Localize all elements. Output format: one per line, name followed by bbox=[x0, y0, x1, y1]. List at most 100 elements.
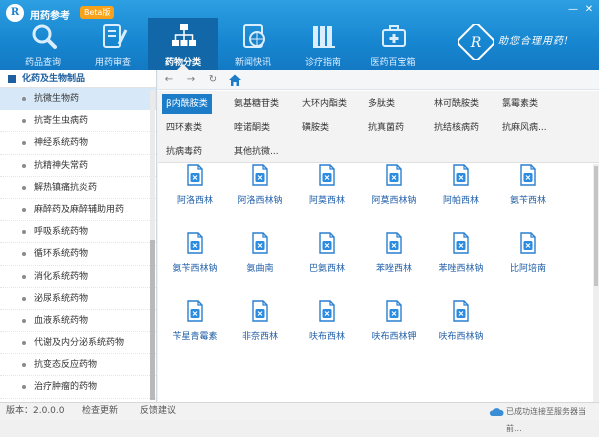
drug-name: 非奈西林 bbox=[241, 332, 278, 342]
drug-item[interactable]: 阿帕西林 bbox=[428, 164, 494, 224]
app-header: R 用药参考 Beta版 — ✕ 药品查询 用药审查 药物分类 新闻快讯 诊疗指… bbox=[0, 0, 599, 70]
drug-name: 氨苄西林钠 bbox=[172, 264, 218, 274]
sidebar-item-label: 循环系统药物 bbox=[34, 249, 89, 260]
subcategory-tab[interactable]: 抗真菌药 bbox=[364, 118, 408, 138]
minimize-icon[interactable]: — bbox=[566, 3, 580, 17]
drug-document-icon bbox=[186, 164, 204, 186]
bullet-icon bbox=[22, 296, 26, 301]
drug-name: 呋布西林钾 bbox=[371, 332, 417, 342]
forward-icon[interactable]: → bbox=[184, 73, 198, 87]
drug-name: 苯唑西林钠 bbox=[438, 264, 484, 274]
sidebar-item[interactable]: 呼吸系统药物 bbox=[0, 221, 156, 244]
drug-name: 苯唑西林 bbox=[375, 264, 412, 274]
drug-item[interactable]: 阿莫西林 bbox=[294, 164, 360, 224]
sidebar-item[interactable]: 抗精神失常药 bbox=[0, 155, 156, 177]
drug-document-icon bbox=[186, 300, 204, 322]
drug-document-icon bbox=[519, 232, 537, 254]
sidebar-item-label: 抗变态反应药物 bbox=[34, 360, 98, 371]
sidebar-item-label: 麻醉药及麻醉辅助用药 bbox=[34, 204, 125, 215]
drug-document-icon bbox=[318, 300, 336, 322]
subcategory-tab[interactable]: 抗麻风病... bbox=[498, 118, 551, 138]
sidebar-item[interactable]: 神经系统药物 bbox=[0, 132, 156, 155]
drug-document-icon bbox=[385, 300, 403, 322]
sidebar-scrollbar[interactable] bbox=[150, 90, 155, 400]
subcategory-tab[interactable]: 喹诺酮类 bbox=[230, 118, 274, 138]
drug-item[interactable]: 呋布西林钠 bbox=[428, 300, 494, 360]
bullet-icon bbox=[22, 97, 26, 101]
nav-medication-review[interactable]: 用药审查 bbox=[78, 18, 148, 70]
drug-item[interactable]: 氨苄西林钠 bbox=[162, 232, 228, 292]
main-scroll-thumb[interactable] bbox=[594, 166, 598, 286]
drug-name: 呋布西林钠 bbox=[438, 332, 484, 342]
subcategory-tab[interactable]: 氨基糖苷类 bbox=[230, 94, 283, 114]
sidebar-item[interactable]: 血液系统药物 bbox=[0, 310, 156, 333]
nav-label: 药物分类 bbox=[164, 58, 201, 68]
sidebar-item[interactable]: 抗变态反应药物 bbox=[0, 354, 156, 377]
sidebar-item[interactable]: 循环系统药物 bbox=[0, 243, 156, 266]
check-update-link[interactable]: 检查更新 bbox=[82, 403, 118, 420]
sidebar-item[interactable]: 泌尿系统药物 bbox=[0, 288, 156, 310]
drug-name: 阿莫西林 bbox=[308, 196, 345, 206]
brand-emblem-icon: R bbox=[458, 24, 494, 60]
feedback-link[interactable]: 反馈建议 bbox=[140, 403, 176, 420]
home-icon[interactable] bbox=[228, 73, 242, 87]
bullet-icon bbox=[22, 274, 26, 279]
drug-item[interactable]: 呋布西林钾 bbox=[361, 300, 427, 360]
main-scrollbar[interactable] bbox=[593, 164, 599, 402]
subcategory-tab[interactable]: 林可酰胺类 bbox=[430, 94, 483, 114]
main-nav: 药品查询 用药审查 药物分类 新闻快讯 诊疗指南 医药百宝箱 bbox=[8, 18, 428, 70]
subcategory-tab[interactable]: 大环内酯类 bbox=[298, 94, 351, 114]
back-icon[interactable]: ← bbox=[162, 73, 176, 87]
bullet-icon bbox=[22, 163, 26, 168]
drug-item[interactable]: 比阿培南 bbox=[495, 232, 561, 292]
drug-item[interactable]: 阿洛西林 bbox=[162, 164, 228, 224]
nav-drug-search[interactable]: 药品查询 bbox=[8, 18, 78, 70]
subcategory-tab[interactable]: 氯霉素类 bbox=[498, 94, 542, 114]
nav-news[interactable]: 新闻快讯 bbox=[218, 18, 288, 70]
drug-item[interactable]: 阿洛西林钠 bbox=[227, 164, 293, 224]
bullet-icon bbox=[22, 318, 26, 323]
sidebar-item-label: 代谢及内分泌系统药物 bbox=[34, 338, 125, 349]
drug-document-icon bbox=[452, 232, 470, 254]
drug-document-icon bbox=[519, 164, 537, 186]
browser-toolbar: ← → ↻ bbox=[158, 70, 599, 90]
subcategory-tab[interactable]: 多肽类 bbox=[364, 94, 399, 114]
nav-drug-classification[interactable]: 药物分类 bbox=[148, 18, 218, 70]
drug-document-icon bbox=[251, 232, 269, 254]
drug-item[interactable]: 苯唑西林 bbox=[361, 232, 427, 292]
sidebar-scroll-thumb[interactable] bbox=[150, 240, 155, 400]
sidebar-item-label: 抗精神失常药 bbox=[34, 160, 89, 171]
bullet-icon bbox=[22, 141, 26, 146]
drug-item[interactable]: 巴氨西林 bbox=[294, 232, 360, 292]
drug-item[interactable]: 非奈西林 bbox=[227, 300, 293, 360]
refresh-icon[interactable]: ↻ bbox=[206, 73, 220, 87]
drug-name: 阿洛西林钠 bbox=[237, 196, 283, 206]
sidebar-item[interactable]: 解热镇痛抗炎药 bbox=[0, 177, 156, 199]
subcategory-tab[interactable]: 磺胺类 bbox=[298, 118, 333, 138]
drug-item[interactable]: 氨曲南 bbox=[227, 232, 293, 292]
sidebar-item[interactable]: 抗寄生虫病药 bbox=[0, 110, 156, 133]
subcategory-tab[interactable]: β内酰胺类 bbox=[162, 94, 212, 114]
sidebar-item[interactable]: 治疗肿瘤的药物 bbox=[0, 376, 156, 399]
drug-item[interactable]: 阿莫西林钠 bbox=[361, 164, 427, 224]
drug-document-icon bbox=[452, 300, 470, 322]
drug-item[interactable]: 苄星青霉素 bbox=[162, 300, 228, 360]
sidebar-header[interactable]: 化药及生物制品 bbox=[0, 70, 156, 88]
sidebar-item-label: 呼吸系统药物 bbox=[34, 227, 89, 238]
subcategory-tab[interactable]: 四环素类 bbox=[162, 118, 206, 138]
drug-grid: 阿洛西林 阿洛西林钠 阿莫西林 阿莫西林钠 阿帕西林 氨苄西林氨苄西林钠 氨曲南 巴氨西林 苯唑… bbox=[158, 164, 592, 402]
drug-item[interactable]: 氨苄西林 bbox=[495, 164, 561, 224]
main-panel: ← → ↻ β内酰胺类 氨基糖苷类 大环内酯类 多肽类 林可酰胺类 氯霉素类四环素类 喹诺酮… bbox=[158, 70, 599, 402]
nav-treatment-guide[interactable]: 诊疗指南 bbox=[288, 18, 358, 70]
sidebar-item[interactable]: 抗微生物药 bbox=[0, 88, 156, 111]
subcategory-tab[interactable]: 其他抗微... bbox=[230, 142, 283, 162]
subcategory-tab[interactable]: 抗病毒药 bbox=[162, 142, 206, 162]
subcategory-tab[interactable]: 抗结核病药 bbox=[430, 118, 483, 138]
drug-item[interactable]: 呋布西林 bbox=[294, 300, 360, 360]
sidebar-item[interactable]: 麻醉药及麻醉辅助用药 bbox=[0, 199, 156, 222]
sidebar-item[interactable]: 消化系统药物 bbox=[0, 266, 156, 288]
close-icon[interactable]: ✕ bbox=[582, 3, 596, 17]
nav-medical-toolbox[interactable]: 医药百宝箱 bbox=[358, 18, 428, 70]
sidebar-item[interactable]: 代谢及内分泌系统药物 bbox=[0, 332, 156, 355]
drug-item[interactable]: 苯唑西林钠 bbox=[428, 232, 494, 292]
